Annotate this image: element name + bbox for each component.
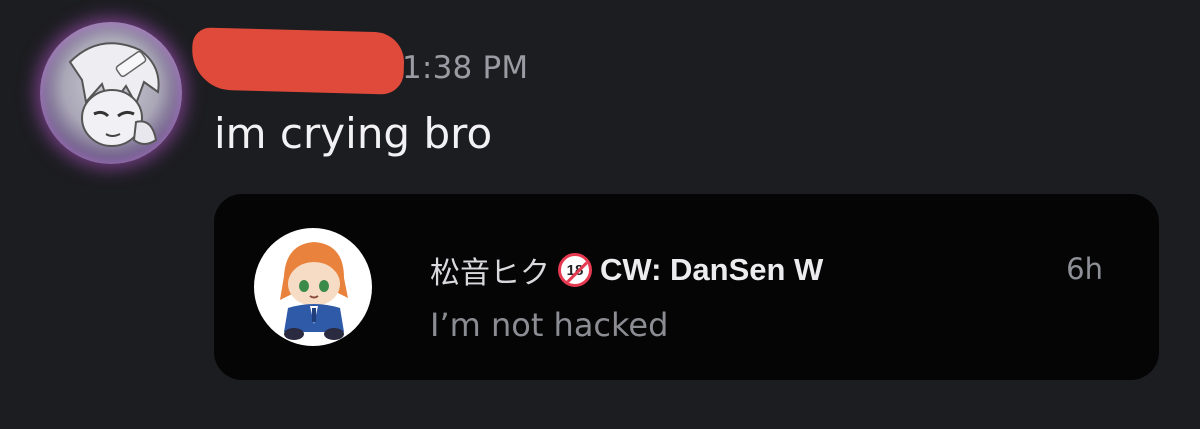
message-timestamp: 1:38 PM bbox=[402, 50, 529, 86]
redacted-username bbox=[191, 27, 405, 95]
chat-view: 1:38 PM im crying bro 松音ヒク 18 CW: DanSen… bbox=[0, 0, 1200, 429]
embed-author-suffix: CW: DanSen W bbox=[600, 252, 824, 287]
plush-avatar-icon[interactable] bbox=[254, 228, 372, 346]
badge-text: 18 bbox=[566, 261, 584, 279]
embed-author-line[interactable]: 松音ヒク 18 CW: DanSen W bbox=[430, 250, 824, 291]
message-text: im crying bro bbox=[214, 109, 493, 158]
no-under-18-icon: 18 bbox=[558, 253, 592, 287]
user-avatar-icon[interactable] bbox=[40, 22, 182, 164]
embed-author-name: 松音ヒク bbox=[430, 256, 550, 291]
embed-post-text: I’m not hacked bbox=[430, 306, 669, 344]
embed-timestamp: 6h bbox=[1066, 252, 1103, 286]
embedded-post-card[interactable]: 松音ヒク 18 CW: DanSen W 6h I’m not hacked bbox=[214, 194, 1159, 380]
